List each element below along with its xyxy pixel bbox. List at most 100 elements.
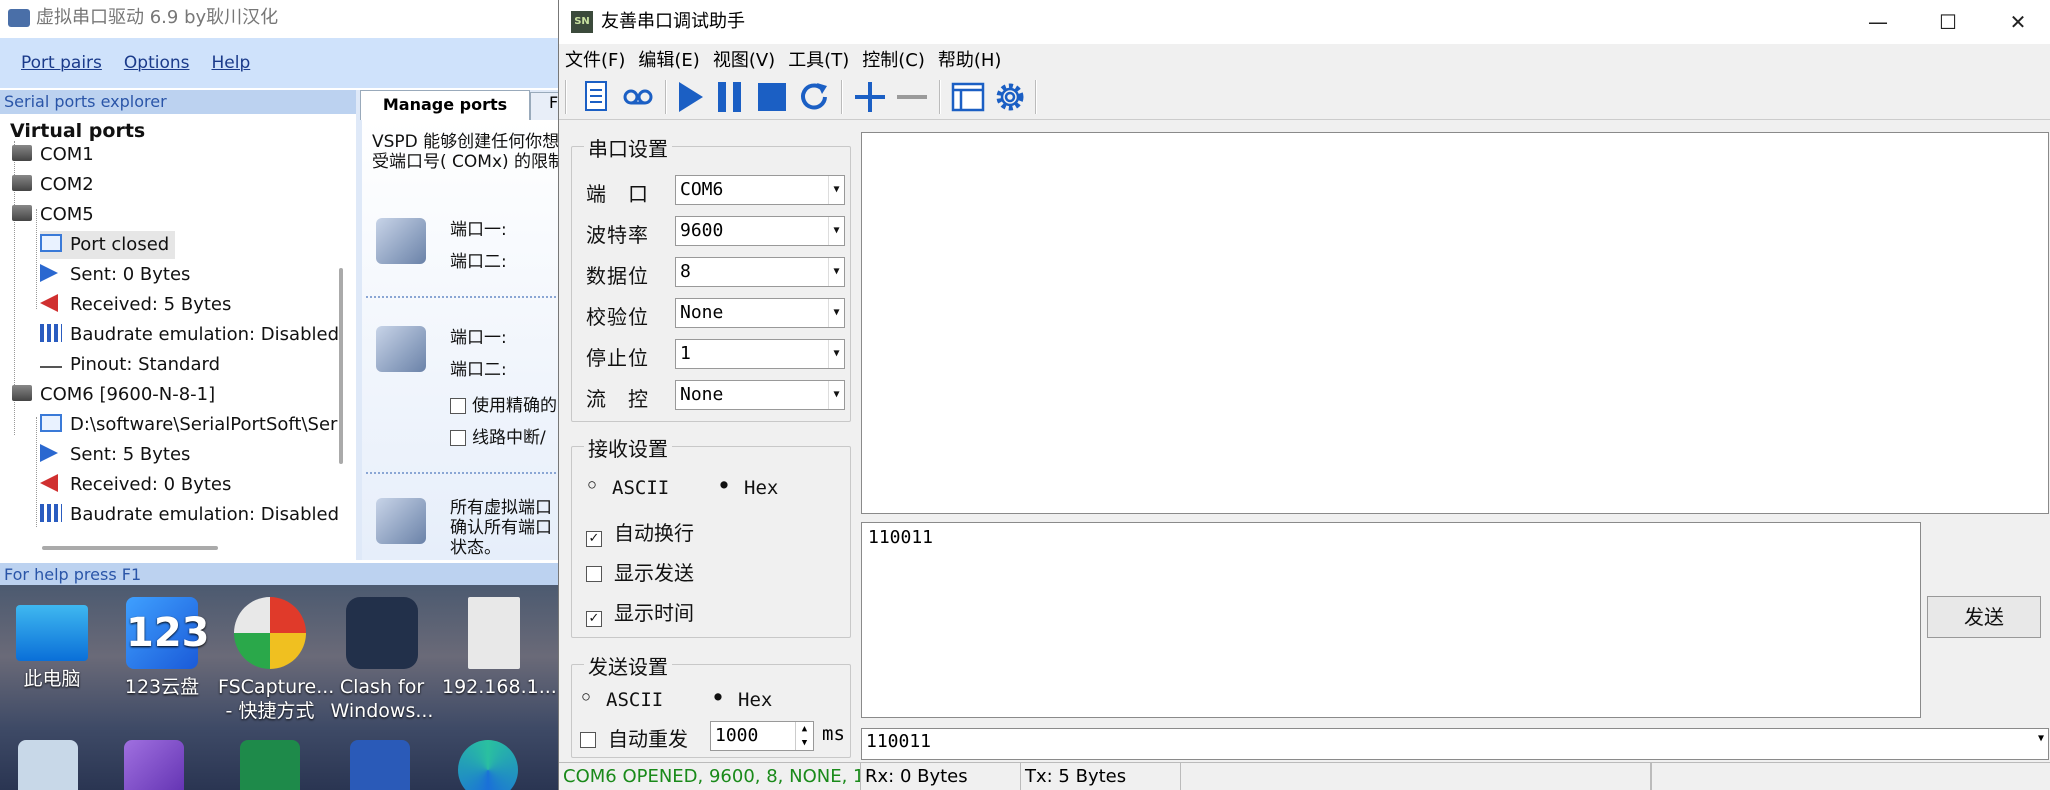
remove-text-2: 确认所有端口 <box>450 518 552 538</box>
delete-pairs-icon[interactable] <box>376 498 426 544</box>
menu-file[interactable]: 文件(F) <box>565 46 625 72</box>
tree-item-com2[interactable]: COM2 <box>12 171 94 199</box>
parity-select[interactable]: None ▼ <box>675 298 845 328</box>
receive-textarea[interactable] <box>861 132 2049 514</box>
menu-view[interactable]: 视图(V) <box>713 46 775 72</box>
serial-settings-title: 串口设置 <box>584 133 672 162</box>
record-icon[interactable] <box>619 78 657 116</box>
tree-item-baudrate[interactable]: Baudrate emulation: Disabled <box>40 321 339 349</box>
show-time-checkbox[interactable]: ✓ 显示时间 <box>586 597 694 627</box>
recv-hex-radio[interactable]: ● Hex <box>718 477 778 499</box>
tab-manage-ports[interactable]: Manage ports <box>360 90 530 120</box>
databits-select[interactable]: 8 ▼ <box>675 257 845 287</box>
vspd-titlebar: 虚拟串口驱动 6.9 by耿川汉化 <box>0 0 560 38</box>
tree-vertical-scrollbar[interactable] <box>339 268 343 464</box>
sa-menubar: 文件(F) 编辑(E) 视图(V) 工具(T) 控制(C) 帮助(H) <box>559 44 1014 74</box>
baud-select[interactable]: 9600 ▼ <box>675 216 845 246</box>
minimize-button[interactable]: — <box>1843 0 1913 44</box>
stopbits-select[interactable]: 1 ▼ <box>675 339 845 369</box>
field-flow: 流 控 None ▼ <box>572 378 862 412</box>
field-parity: 校验位 None ▼ <box>572 296 862 330</box>
desktop-icon-file[interactable]: 192.168.1... <box>442 597 557 699</box>
desktop-icon-clash[interactable]: Clash for Windows... <box>330 597 434 723</box>
chevron-down-icon[interactable]: ▼ <box>2038 733 2044 744</box>
send-button[interactable]: 发送 <box>1927 596 2041 638</box>
visual-studio-icon[interactable] <box>124 740 184 790</box>
menu-help[interactable]: 帮助(H) <box>938 46 1002 72</box>
settings-gear-icon[interactable] <box>991 78 1029 116</box>
show-send-checkbox[interactable]: 显示发送 <box>586 557 694 586</box>
word-icon[interactable] <box>350 740 410 790</box>
send-hex-radio[interactable]: ● Hex <box>712 689 772 711</box>
tree-item-sent[interactable]: Sent: 5 Bytes <box>40 441 190 469</box>
bars-icon <box>40 504 62 522</box>
recv-ascii-radio[interactable]: ○ ASCII <box>586 477 669 499</box>
maximize-button[interactable]: ☐ <box>1913 0 1983 44</box>
pause-icon[interactable] <box>711 78 749 116</box>
tree-item-com6[interactable]: COM6 [9600-N-8-1] <box>12 381 215 409</box>
interval-unit: ms <box>822 723 845 745</box>
document-icon <box>468 597 520 669</box>
tab-next[interactable]: F <box>530 92 560 120</box>
add-icon[interactable] <box>851 78 889 116</box>
menu-control[interactable]: 控制(C) <box>862 46 925 72</box>
precise-label: 使用精确的 <box>472 396 557 416</box>
tree-item-baudrate[interactable]: Baudrate emulation: Disabled <box>40 501 339 529</box>
recycle-bin-icon[interactable] <box>18 740 78 790</box>
bars-icon <box>40 324 62 342</box>
tree-item-com1[interactable]: COM1 <box>12 141 94 169</box>
serial-port-icon <box>12 145 32 161</box>
auto-wrap-checkbox[interactable]: ✓ 自动换行 <box>586 517 694 547</box>
status-empty <box>1181 763 1651 790</box>
new-document-icon[interactable] <box>577 78 615 116</box>
port-select[interactable]: COM6 ▼ <box>675 175 845 205</box>
chevron-down-icon: ▼ <box>828 217 844 245</box>
window-layout-icon[interactable] <box>949 78 987 116</box>
menu-help[interactable]: Help <box>211 53 250 73</box>
chevron-down-icon: ▼ <box>828 381 844 409</box>
send-textarea[interactable]: 110011 <box>861 522 1921 718</box>
sa-title: 友善串口调试助手 <box>601 11 745 32</box>
interval-spinner[interactable]: 1000 ▲ ▼ <box>710 721 814 751</box>
menu-port-pairs[interactable]: Port pairs <box>21 53 102 73</box>
desktop-icon-123pan[interactable]: 123 123云盘 <box>110 597 214 699</box>
tree-item-com5[interactable]: COM5 <box>12 201 94 229</box>
desktop-icon-fscapture[interactable]: FSCapture... - 快捷方式 <box>218 597 335 723</box>
menu-edit[interactable]: 编辑(E) <box>638 46 699 72</box>
field-databits: 数据位 8 ▼ <box>572 255 862 289</box>
receive-settings-group: 接收设置 ○ ASCII ● Hex ✓ 自动换行 显示发送 ✓ 显示时间 <box>571 433 851 638</box>
play-icon[interactable] <box>671 78 709 116</box>
status-port: COM6 OPENED, 9600, 8, NONE, 1, OFF <box>559 763 861 790</box>
close-button[interactable]: ✕ <box>1983 0 2050 44</box>
chevron-down-icon: ▼ <box>828 176 844 204</box>
tree-item-sent[interactable]: Sent: 0 Bytes <box>40 261 190 289</box>
monitor-icon <box>16 605 88 661</box>
refresh-icon[interactable] <box>795 78 833 116</box>
edit-pair-icon[interactable] <box>376 326 426 372</box>
spreadsheet-icon[interactable] <box>240 740 300 790</box>
receive-settings-title: 接收设置 <box>584 433 672 462</box>
flow-select[interactable]: None ▼ <box>675 380 845 410</box>
desktop-icon-label: FSCapture... <box>218 676 335 698</box>
add-pair-icon[interactable] <box>376 218 426 264</box>
tree-horizontal-scrollbar[interactable] <box>42 546 218 550</box>
auto-resend-checkbox[interactable]: 自动重发 <box>580 723 688 752</box>
tree-item-path[interactable]: D:\software\SerialPortSoft\Ser <box>40 411 337 439</box>
stop-icon[interactable] <box>753 78 791 116</box>
serial-port-icon <box>12 385 32 401</box>
tree-item-pinout[interactable]: Pinout: Standard <box>40 351 220 379</box>
desktop-icon-this-pc[interactable]: 此电脑 <box>0 597 104 691</box>
remove-icon[interactable] <box>893 78 931 116</box>
send-history-combo[interactable]: 110011 ▼ <box>861 728 2049 760</box>
send-ascii-radio[interactable]: ○ ASCII <box>580 689 663 711</box>
menu-options[interactable]: Options <box>124 53 190 73</box>
menu-tools[interactable]: 工具(T) <box>788 46 849 72</box>
break-checkbox[interactable] <box>450 430 466 446</box>
tree-item-received[interactable]: Received: 5 Bytes <box>40 291 231 319</box>
precise-checkbox[interactable] <box>450 398 466 414</box>
separator <box>366 296 560 298</box>
spinner-arrows-icon[interactable]: ▲ ▼ <box>795 722 813 750</box>
tree-item-received[interactable]: Received: 0 Bytes <box>40 471 231 499</box>
tree-item-port-closed[interactable]: Port closed <box>40 231 176 259</box>
field-port: 端 口 COM6 ▼ <box>572 173 862 207</box>
